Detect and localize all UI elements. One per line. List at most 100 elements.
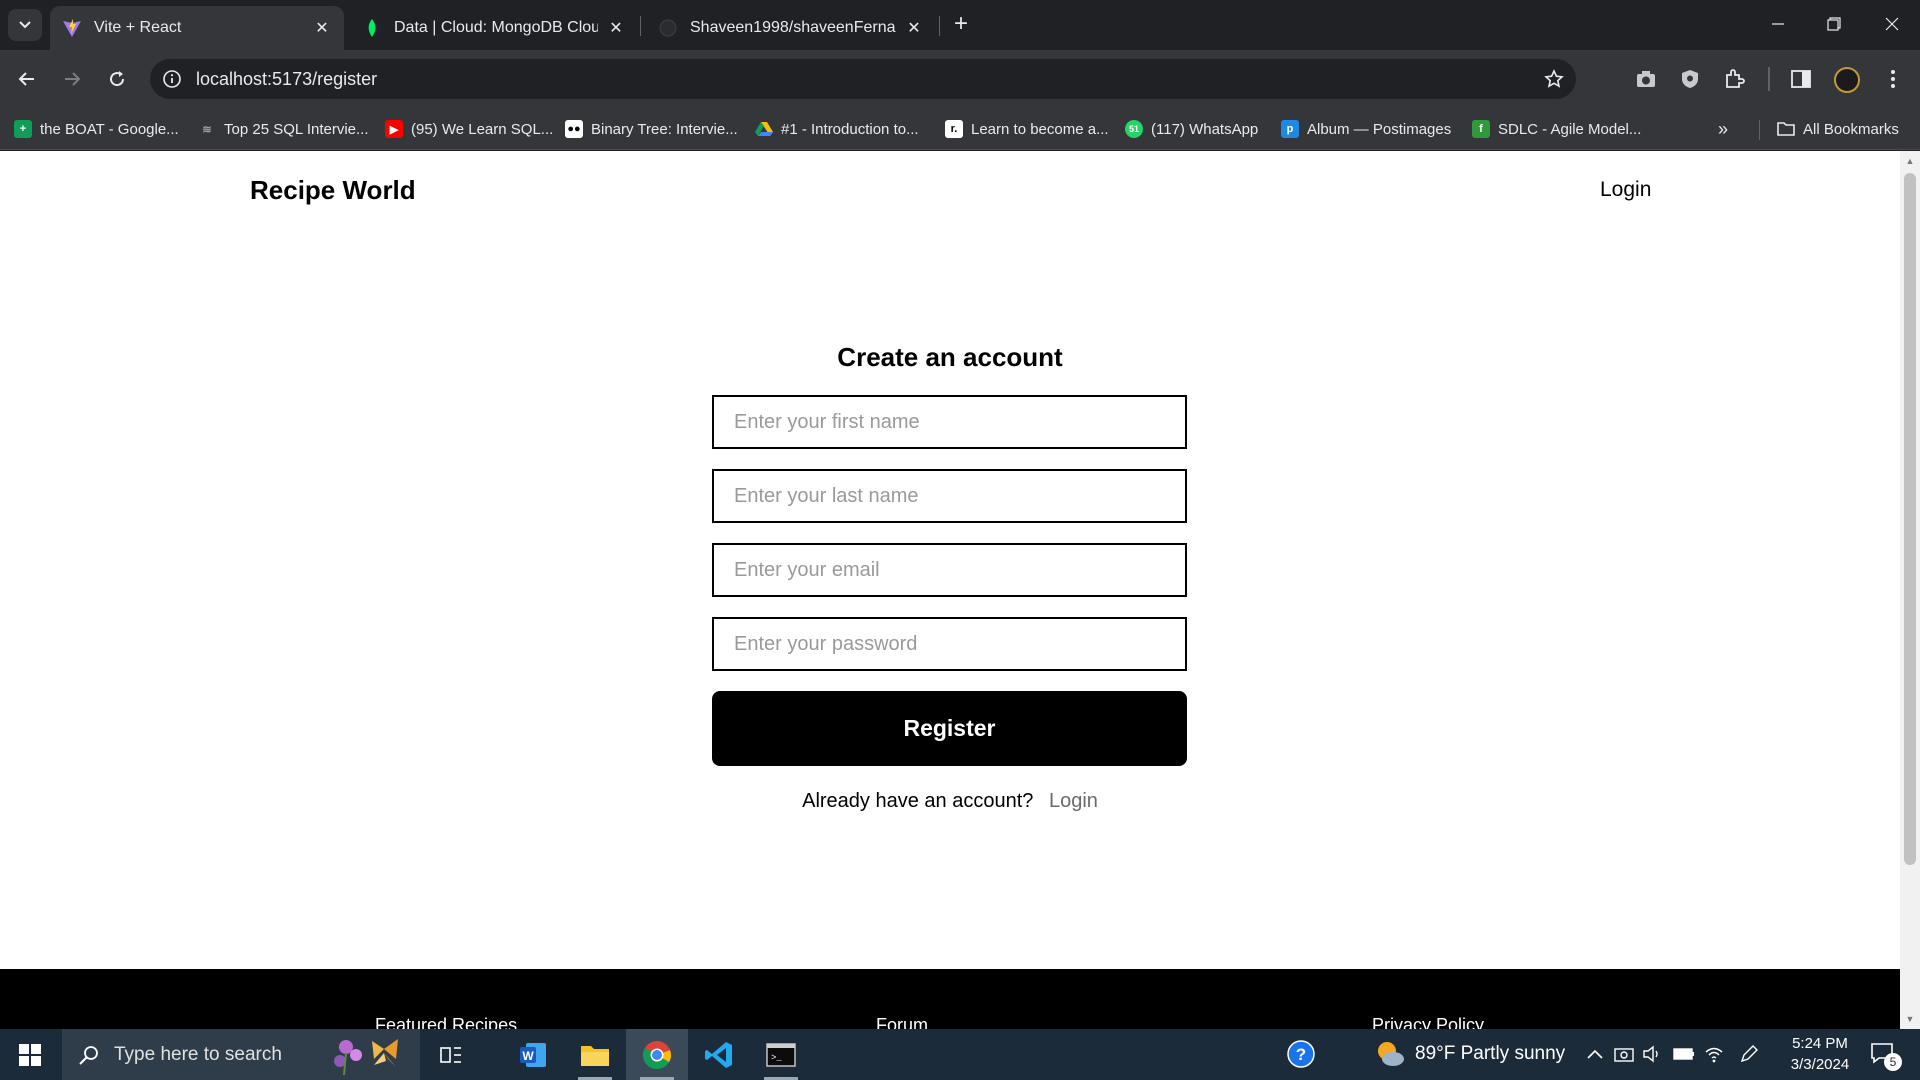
- clock-date: 3/3/2024: [1790, 1056, 1850, 1073]
- svg-text:W: W: [522, 1049, 534, 1063]
- bookmark-item[interactable]: ≋ Top 25 SQL Intervie...: [198, 118, 368, 140]
- minimize-button[interactable]: [1750, 0, 1806, 48]
- postimages-icon: p: [1281, 120, 1299, 138]
- help-icon[interactable]: ?: [1286, 1039, 1316, 1069]
- bookmark-item[interactable]: 51 (117) WhatsApp: [1125, 118, 1258, 140]
- mongodb-leaf-icon: [362, 18, 382, 38]
- scroll-up-arrow-icon[interactable]: ▲: [1900, 153, 1920, 169]
- battery-icon[interactable]: [1673, 1043, 1695, 1065]
- last-name-field[interactable]: [712, 469, 1187, 523]
- bookmark-label: (117) WhatsApp: [1151, 120, 1259, 138]
- taskbar-terminal[interactable]: >_: [750, 1029, 812, 1080]
- close-icon[interactable]: ✕: [904, 18, 924, 38]
- page-scrollbar[interactable]: ▲ ▼: [1900, 151, 1920, 1029]
- scroll-down-arrow-icon[interactable]: ▼: [1900, 1011, 1920, 1027]
- weather-partly-sunny-icon[interactable]: [1374, 1038, 1406, 1070]
- restore-button[interactable]: [1806, 0, 1862, 48]
- register-button[interactable]: Register: [712, 691, 1187, 766]
- bookmarks-bar: + the BOAT - Google... ≋ Top 25 SQL Inte…: [0, 108, 1920, 150]
- terminal-icon: >_: [766, 1042, 796, 1067]
- more-bookmarks-button[interactable]: »: [1718, 118, 1728, 140]
- tab-title: Shaveen1998/shaveenFernando: [690, 19, 896, 36]
- tab-title: Vite + React: [94, 19, 182, 36]
- address-bar[interactable]: localhost:5173/register: [150, 59, 1576, 99]
- nav-login-link[interactable]: Login: [1600, 178, 1651, 202]
- page-viewport: Recipe World Login Create an account Reg…: [0, 151, 1920, 1029]
- vite-icon: [62, 18, 82, 38]
- taskbar-clock[interactable]: 5:24 PM 3/3/2024: [1770, 1033, 1870, 1075]
- arrow-left-icon: [18, 72, 34, 86]
- notifications-button[interactable]: 5: [1868, 1039, 1902, 1071]
- folder-icon: [1777, 120, 1795, 138]
- taskbar-vscode[interactable]: [688, 1029, 750, 1080]
- password-field[interactable]: [712, 617, 1187, 671]
- shield-extension-icon[interactable]: [1675, 64, 1705, 94]
- weather-text[interactable]: 89°F Partly sunny: [1415, 1043, 1565, 1065]
- extensions-icon[interactable]: [1720, 64, 1750, 94]
- camera-extension-icon[interactable]: [1631, 64, 1661, 94]
- clock-time: 5:24 PM: [1792, 1035, 1848, 1052]
- bookmark-label: Learn to become a...: [971, 120, 1109, 138]
- roadmap-icon: r.: [945, 120, 963, 138]
- reload-button[interactable]: [100, 62, 134, 96]
- email-field[interactable]: [712, 543, 1187, 597]
- wifi-icon[interactable]: [1703, 1043, 1725, 1065]
- taskbar-file-explorer[interactable]: [564, 1029, 626, 1080]
- bookmark-item[interactable]: #1 - Introduction to...: [755, 118, 919, 140]
- taskbar-word[interactable]: W: [502, 1029, 564, 1080]
- task-view-button[interactable]: [420, 1029, 482, 1080]
- tab-mongodb[interactable]: Data | Cloud: MongoDB Cloud ✕: [350, 6, 638, 50]
- scroll-thumb[interactable]: [1904, 173, 1916, 865]
- browser-menu-icon[interactable]: [1878, 64, 1908, 94]
- volume-icon[interactable]: [1641, 1043, 1663, 1065]
- restore-icon: [1827, 17, 1841, 31]
- footer-link-featured-recipes[interactable]: Featured Recipes: [375, 1015, 517, 1029]
- taskbar-search[interactable]: Type here to search: [62, 1029, 420, 1080]
- form-title: Create an account: [837, 342, 1063, 372]
- tab-search-button[interactable]: [8, 9, 42, 41]
- bookmark-item[interactable]: ●● Binary Tree: Intervie...: [565, 118, 738, 140]
- tab-strip: Vite + React ✕ Data | Cloud: MongoDB Clo…: [0, 0, 1920, 50]
- bookmark-item[interactable]: f SDLC - Agile Model...: [1472, 118, 1641, 140]
- forward-button[interactable]: [55, 62, 89, 96]
- tab-vite-react[interactable]: Vite + React ✕: [50, 6, 344, 50]
- back-button[interactable]: [10, 62, 44, 96]
- bookmark-label: the BOAT - Google...: [40, 120, 179, 138]
- bookmark-item[interactable]: r. Learn to become a...: [945, 118, 1109, 140]
- close-window-button[interactable]: [1864, 0, 1920, 48]
- start-button[interactable]: [0, 1029, 60, 1080]
- site-brand[interactable]: Recipe World: [250, 175, 416, 206]
- bookmark-item[interactable]: ▶ (95) We Learn SQL...: [385, 118, 553, 140]
- footer-link-privacy-policy[interactable]: Privacy Policy: [1372, 1015, 1484, 1029]
- login-link[interactable]: Login: [1049, 790, 1098, 812]
- folder-icon: [581, 1045, 609, 1066]
- bookmark-item[interactable]: + the BOAT - Google...: [14, 118, 179, 140]
- google-sheets-icon: +: [14, 120, 32, 138]
- new-tab-button[interactable]: +: [947, 10, 975, 38]
- minimize-icon: [1772, 23, 1784, 25]
- site-info-icon[interactable]: [160, 67, 184, 91]
- pen-icon[interactable]: [1738, 1043, 1760, 1065]
- network-device-icon[interactable]: [1613, 1043, 1635, 1065]
- side-panel-icon[interactable]: [1786, 64, 1816, 94]
- windows-taskbar: Type here to search W >_ ? 89°F Partly s…: [0, 1029, 1920, 1080]
- close-icon[interactable]: ✕: [312, 18, 332, 38]
- first-name-field[interactable]: [712, 395, 1187, 449]
- svg-text:>_: >_: [771, 1053, 782, 1063]
- close-icon[interactable]: ✕: [606, 18, 626, 38]
- bookmark-star-icon[interactable]: [1542, 67, 1566, 91]
- chevron-double-right-icon: »: [1718, 118, 1729, 139]
- bookmarks-divider: [1759, 120, 1760, 140]
- svg-text:?: ?: [1296, 1045, 1306, 1064]
- footer-link-forum[interactable]: Forum: [876, 1015, 928, 1029]
- chevron-up-icon[interactable]: [1584, 1043, 1606, 1065]
- taskbar-chrome[interactable]: [626, 1029, 688, 1080]
- bookmark-item[interactable]: p Album — Postimages: [1281, 118, 1451, 140]
- tab-github[interactable]: Shaveen1998/shaveenFernando ✕: [646, 6, 936, 50]
- url-text[interactable]: localhost:5173/register: [196, 69, 377, 90]
- all-bookmarks-button[interactable]: All Bookmarks: [1777, 118, 1899, 140]
- bookmark-label: Album — Postimages: [1307, 120, 1452, 138]
- medium-icon: ●●: [565, 120, 583, 138]
- profile-avatar[interactable]: [1834, 67, 1860, 93]
- all-bookmarks-label: All Bookmarks: [1803, 120, 1899, 138]
